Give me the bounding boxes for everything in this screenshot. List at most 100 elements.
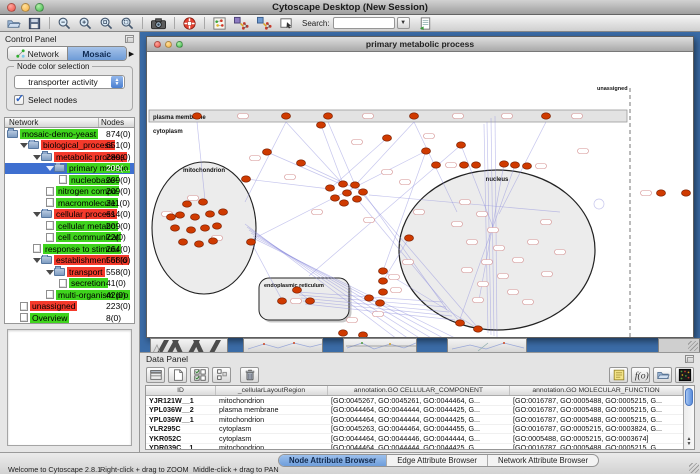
network-node[interactable] <box>209 238 218 244</box>
open-session-button[interactable] <box>3 15 24 31</box>
expand-collapse-icon[interactable] <box>20 141 28 149</box>
layout-selected-button[interactable] <box>253 15 276 31</box>
network-node[interactable] <box>405 235 414 241</box>
table-row[interactable]: YPL036W__2plasma membrane[GO:0044464, GO… <box>146 406 683 416</box>
network-node[interactable] <box>383 135 392 141</box>
import-attribute-file-button[interactable] <box>653 367 672 383</box>
network-node[interactable] <box>343 190 352 196</box>
table-row[interactable]: YDR039C__1mitochondrion[GO:0044464, GO:0… <box>146 444 683 451</box>
select-attributes-button[interactable] <box>146 367 165 383</box>
network-node[interactable] <box>379 278 388 284</box>
network-node[interactable] <box>359 189 368 195</box>
network-tree-item[interactable]: secretion41(0) <box>5 278 134 290</box>
minimize-icon[interactable] <box>165 41 172 48</box>
scrollbar-arrows[interactable]: ▲▼ <box>684 437 694 447</box>
network-node[interactable] <box>326 185 335 191</box>
network-node[interactable] <box>511 162 520 168</box>
network-node[interactable] <box>682 190 691 196</box>
table-column-header[interactable]: annotation.GO MOLECULAR_FUNCTION <box>510 386 683 395</box>
table-column-header[interactable]: _cellularLayoutRegion <box>216 386 328 395</box>
network-node[interactable] <box>263 149 272 155</box>
tree-column-nodes[interactable]: Nodes <box>98 118 134 127</box>
network-node[interactable] <box>379 268 388 274</box>
float-panel-icon[interactable] <box>125 35 134 43</box>
network-tree-item[interactable]: nucleobase-209(0) <box>5 174 134 186</box>
network-node[interactable] <box>176 212 185 218</box>
network-node[interactable] <box>193 113 202 119</box>
network-node[interactable] <box>206 211 215 217</box>
network-graph[interactable]: plasma membranecytoplasmmitochondrionnuc… <box>147 52 693 337</box>
network-node[interactable] <box>523 163 532 169</box>
expand-collapse-icon[interactable] <box>33 153 41 161</box>
tab-mosaic[interactable]: Mosaic <box>68 47 127 60</box>
network-node[interactable] <box>339 181 348 187</box>
float-panel-icon[interactable] <box>685 355 694 363</box>
network-node[interactable] <box>213 223 222 229</box>
table-row[interactable]: YKR052Ccytoplasm[GO:0044464, GO:0044446,… <box>146 434 683 444</box>
help-button[interactable] <box>179 15 200 31</box>
node-color-dropdown[interactable]: transporter activity ▲▼ <box>14 75 125 89</box>
network-node[interactable] <box>457 142 466 148</box>
network-node[interactable] <box>410 113 419 119</box>
select-all-attributes-button[interactable] <box>190 367 209 383</box>
network-tree-item[interactable]: mosaic-demo-yeast874(0) <box>5 128 134 140</box>
network-node[interactable] <box>422 148 431 154</box>
network-node[interactable] <box>353 196 362 202</box>
expand-collapse-icon[interactable] <box>46 164 54 172</box>
zoom-window-icon[interactable] <box>35 3 44 12</box>
zoom-fit-button[interactable] <box>117 15 138 31</box>
label-attributes-button[interactable] <box>609 367 628 383</box>
network-node[interactable] <box>201 225 210 231</box>
network-tree-item[interactable]: establishment of lo558(0) <box>5 255 134 267</box>
network-node[interactable] <box>657 190 666 196</box>
tab-edge-attribute-browser[interactable]: Edge Attribute Browser <box>387 455 488 466</box>
background-window-fragment[interactable] <box>150 338 228 352</box>
network-node[interactable] <box>474 326 483 332</box>
network-canvas[interactable]: plasma membranecytoplasmmitochondrionnuc… <box>147 52 693 337</box>
window-resize-grip-icon[interactable] <box>689 463 699 473</box>
table-row[interactable]: YJR121W__1mitochondrion[GO:0045267, GO:0… <box>146 396 683 406</box>
network-node[interactable] <box>542 113 551 119</box>
zoom-out-button[interactable] <box>54 15 75 31</box>
network-node[interactable] <box>199 199 208 205</box>
network-node[interactable] <box>472 162 481 168</box>
formula-builder-button[interactable]: f(o) <box>631 367 650 383</box>
table-column-header[interactable]: annotation.GO CELLULAR_COMPONENT <box>328 386 510 395</box>
network-node[interactable] <box>282 113 291 119</box>
network-node[interactable] <box>278 298 287 304</box>
network-node[interactable] <box>339 330 348 336</box>
network-window-titlebar[interactable]: primary metabolic process <box>147 37 693 52</box>
network-node[interactable] <box>317 122 326 128</box>
network-node[interactable] <box>351 182 360 188</box>
zoom-in-button[interactable] <box>75 15 96 31</box>
zoom-selected-button[interactable] <box>96 15 117 31</box>
network-tree-item[interactable]: nitrogen compo209(0) <box>5 186 134 198</box>
network-tree-item[interactable]: primary metabo209(... <box>5 163 134 175</box>
background-window-fragment[interactable] <box>343 338 417 352</box>
tab-overflow-arrow[interactable]: ▶ <box>127 50 136 58</box>
table-column-header[interactable]: ID <box>146 386 216 395</box>
select-nodes-checkbox[interactable] <box>14 95 24 105</box>
network-node[interactable] <box>242 176 251 182</box>
expand-collapse-icon[interactable] <box>33 256 41 264</box>
network-node[interactable] <box>331 195 340 201</box>
close-icon[interactable] <box>154 41 161 48</box>
network-node[interactable] <box>195 241 204 247</box>
background-window-fragment[interactable] <box>447 338 527 352</box>
network-tree-item[interactable]: transport558(0) <box>5 266 134 278</box>
minimize-window-icon[interactable] <box>21 3 30 12</box>
tab-node-attribute-browser[interactable]: Node Attribute Browser <box>279 455 387 466</box>
search-input[interactable] <box>333 17 395 29</box>
network-node[interactable] <box>179 239 188 245</box>
table-row[interactable]: YPL036W__1mitochondrion[GO:0044464, GO:0… <box>146 415 683 425</box>
network-tree-item[interactable]: unassigned223(0) <box>5 301 134 313</box>
network-node[interactable] <box>379 289 388 295</box>
background-window-fragment[interactable] <box>658 338 700 352</box>
network-tree-item[interactable]: cellular process614(0) <box>5 209 134 221</box>
network-node[interactable] <box>247 239 256 245</box>
network-node[interactable] <box>297 160 306 166</box>
network-node[interactable] <box>340 200 349 206</box>
maximize-icon[interactable] <box>176 41 183 48</box>
network-tree-item[interactable]: macromolecule311(0) <box>5 197 134 209</box>
matrix-view-button[interactable] <box>675 367 694 383</box>
